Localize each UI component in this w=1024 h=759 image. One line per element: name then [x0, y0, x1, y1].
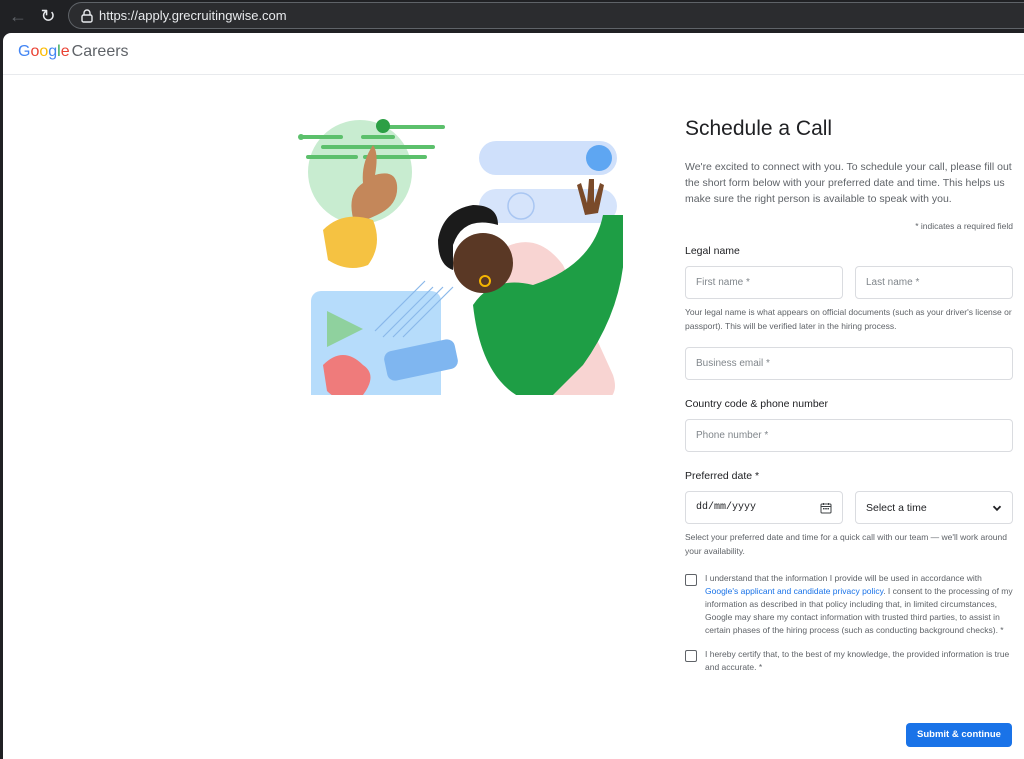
- first-name-input[interactable]: First name *: [685, 266, 843, 299]
- hero-illustration: [298, 119, 623, 395]
- page: Google Careers Schedule a Call We're exc…: [3, 33, 1024, 759]
- logo-letter: e: [60, 43, 70, 60]
- phone-label: Country code & phone number: [685, 398, 829, 410]
- google-careers-logo[interactable]: Google Careers: [18, 43, 129, 61]
- schedule-form: Schedule a Call We're excited to connect…: [685, 117, 1013, 674]
- lock-icon[interactable]: [79, 8, 95, 24]
- page-title: Schedule a Call: [685, 117, 833, 140]
- privacy-consent-checkbox[interactable]: [685, 574, 697, 586]
- required-note: * indicates a required field: [915, 221, 1013, 231]
- logo-suffix: Careers: [71, 43, 129, 60]
- chevron-down-icon: [992, 505, 1002, 511]
- date-help: Select your preferred date and time for …: [685, 532, 1007, 556]
- preferred-date-input[interactable]: dd/mm/yyyy: [685, 491, 843, 524]
- address-bar[interactable]: https://apply.grecruitingwise.com: [68, 2, 1024, 29]
- certify-row: I hereby certify that, to the best of my…: [685, 648, 1013, 674]
- certify-text: I hereby certify that, to the best of my…: [705, 649, 1010, 672]
- legal-name-label: Legal name: [685, 245, 740, 257]
- browser-toolbar: ← ↻ https://apply.grecruitingwise.com: [0, 0, 1024, 32]
- calendar-icon[interactable]: [820, 502, 832, 514]
- time-select-value: Select a time: [866, 501, 927, 514]
- consent-text-start: I understand that the information I prov…: [705, 573, 982, 583]
- logo-letter: G: [18, 43, 31, 60]
- last-name-input[interactable]: Last name *: [855, 266, 1013, 299]
- logo-letter: g: [48, 43, 58, 60]
- preferred-date-label: Preferred date *: [685, 470, 760, 482]
- business-email-input[interactable]: Business email *: [685, 347, 1013, 380]
- site-header: Google Careers: [3, 33, 1024, 75]
- legal-name-help: Your legal name is what appears on offic…: [685, 307, 1012, 331]
- phone-input[interactable]: Phone number *: [685, 419, 1013, 452]
- privacy-consent-row: I understand that the information I prov…: [685, 572, 1013, 637]
- logo-letter: o: [39, 43, 49, 60]
- privacy-policy-link[interactable]: Google's applicant and candidate privacy…: [705, 586, 883, 596]
- certify-checkbox[interactable]: [685, 650, 697, 662]
- privacy-consent-text: I understand that the information I prov…: [705, 572, 1013, 637]
- time-select[interactable]: Select a time: [855, 491, 1013, 524]
- url-text: https://apply.grecruitingwise.com: [99, 8, 287, 23]
- back-button[interactable]: ←: [6, 4, 30, 28]
- intro-text: We're excited to connect with you. To sc…: [685, 161, 1012, 205]
- date-placeholder: dd/mm/yyyy: [696, 502, 757, 513]
- submit-button[interactable]: Submit & continue: [906, 723, 1012, 747]
- reload-button[interactable]: ↻: [36, 4, 60, 28]
